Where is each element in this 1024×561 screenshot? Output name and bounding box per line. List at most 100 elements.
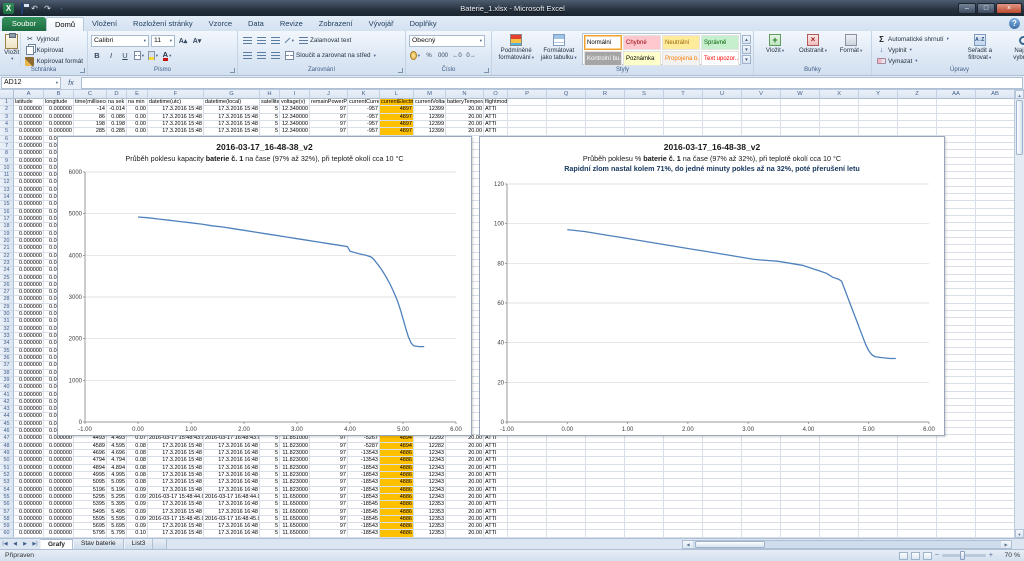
cell-T50[interactable] (664, 457, 703, 464)
cell-AA54[interactable] (937, 487, 976, 494)
cell-S47[interactable] (625, 435, 664, 442)
cell-O55[interactable]: ATTI (484, 494, 508, 501)
cell-AB39[interactable] (976, 377, 1015, 384)
cell-P5[interactable] (508, 128, 547, 135)
cell-Z5[interactable] (898, 128, 937, 135)
cell-Z3[interactable] (898, 114, 937, 121)
cell-Z59[interactable] (898, 523, 937, 530)
row-header-40[interactable]: 40 (0, 384, 14, 391)
cell-AA2[interactable] (937, 106, 976, 113)
cell-H56[interactable]: 5 (260, 501, 280, 508)
ribbon-tab-rozložení-stránky[interactable]: Rozložení stránky (125, 17, 201, 31)
cell-U5[interactable] (703, 128, 742, 135)
cell-Q58[interactable] (547, 516, 586, 523)
cell-Z53[interactable] (898, 479, 937, 486)
row-header-25[interactable]: 25 (0, 275, 14, 282)
cell-S5[interactable] (625, 128, 664, 135)
cell-Y58[interactable] (859, 516, 898, 523)
cell-AB4[interactable] (976, 121, 1015, 128)
next-sheet-icon[interactable]: ▶ (20, 539, 30, 550)
row-header-46[interactable]: 46 (0, 428, 14, 435)
cell-L49[interactable]: 4886 (380, 450, 414, 457)
horizontal-scrollbar[interactable]: ◀ ▶ (682, 540, 1012, 549)
column-header-P[interactable]: P (508, 90, 547, 99)
cell-C53[interactable]: 5095 (74, 479, 107, 486)
cell-E5[interactable]: 0.00 (127, 128, 148, 135)
cell-C56[interactable]: 5395 (74, 501, 107, 508)
format-cells-button[interactable]: Formát▾ (833, 33, 869, 67)
bold-button[interactable]: B (91, 50, 103, 61)
cell-S60[interactable] (625, 530, 664, 537)
cell-G60[interactable]: 17.3.2016 16:48 (204, 530, 260, 537)
cell-Z51[interactable] (898, 465, 937, 472)
cell-E60[interactable]: 0.10 (127, 530, 148, 537)
cell-F47[interactable]: 2016-03-17 15:48:43.042 (148, 435, 204, 442)
font-color-button[interactable]: A▾ (161, 50, 173, 61)
cell-T60[interactable] (664, 530, 703, 537)
cell-T51[interactable] (664, 465, 703, 472)
cell-P56[interactable] (508, 501, 547, 508)
column-header-W[interactable]: W (781, 90, 820, 99)
cell-X49[interactable] (820, 450, 859, 457)
row-header-42[interactable]: 42 (0, 399, 14, 406)
row-header-5[interactable]: 5 (0, 128, 14, 135)
cell-G5[interactable]: 17.3.2016 15:48 (204, 128, 260, 135)
cell-C51[interactable]: 4894 (74, 465, 107, 472)
row-header-13[interactable]: 13 (0, 187, 14, 194)
cell-H54[interactable]: 5 (260, 487, 280, 494)
cell-V1[interactable] (742, 99, 781, 106)
cell-Q52[interactable] (547, 472, 586, 479)
cell-A51[interactable]: 0.000000 (14, 465, 44, 472)
cell-P50[interactable] (508, 457, 547, 464)
cell-AB31[interactable] (976, 318, 1015, 325)
cell-I56[interactable]: 11.650000 (280, 501, 310, 508)
cell-AA50[interactable] (937, 457, 976, 464)
cell-W5[interactable] (781, 128, 820, 135)
cell-A50[interactable]: 0.000000 (14, 457, 44, 464)
cell-H50[interactable]: 5 (260, 457, 280, 464)
row-header-54[interactable]: 54 (0, 487, 14, 494)
cell-V51[interactable] (742, 465, 781, 472)
cell-K57[interactable]: -18545 (348, 509, 380, 516)
cell-Y59[interactable] (859, 523, 898, 530)
column-header-AA[interactable]: AA (937, 90, 976, 99)
cell-M52[interactable]: 12343 (414, 472, 446, 479)
cell-D53[interactable]: 5.095 (107, 479, 127, 486)
cell-AB6[interactable] (976, 136, 1015, 143)
cell-AA47[interactable] (937, 435, 976, 442)
cell-W59[interactable] (781, 523, 820, 530)
cell-L55[interactable]: 4886 (380, 494, 414, 501)
borders-button[interactable]: ▾ (133, 50, 145, 61)
format-as-table-button[interactable]: Formátovatjako tabulku▾ (538, 33, 581, 65)
cell-J2[interactable]: 97 (310, 106, 348, 113)
cell-K53[interactable]: -18543 (348, 479, 380, 486)
cell-N55[interactable]: 20.00 (446, 494, 484, 501)
cell-A36[interactable]: 0.000000 (14, 355, 44, 362)
cell-V50[interactable] (742, 457, 781, 464)
cell-K50[interactable]: -13543 (348, 457, 380, 464)
cell-AB30[interactable] (976, 311, 1015, 318)
cell-AA57[interactable] (937, 509, 976, 516)
cell-I54[interactable]: 11.823000 (280, 487, 310, 494)
cell-S51[interactable] (625, 465, 664, 472)
cell-D3[interactable]: 0.086 (107, 114, 127, 121)
column-header-C[interactable]: C (74, 90, 107, 99)
cell-P58[interactable] (508, 516, 547, 523)
cell-N56[interactable]: 20.00 (446, 501, 484, 508)
sort-filter-button[interactable]: A↓Z Seřadit afiltrovat▾ (958, 33, 1001, 67)
row-header-45[interactable]: 45 (0, 421, 14, 428)
gallery-more-icon[interactable]: ▼ (742, 55, 751, 64)
cell-M55[interactable]: 12343 (414, 494, 446, 501)
cell-K3[interactable]: -957 (348, 114, 380, 121)
cell-A14[interactable]: 0.000000 (14, 194, 44, 201)
number-format-select[interactable]: Obecný▾ (409, 35, 485, 47)
cell-I55[interactable]: 11.650000 (280, 494, 310, 501)
cell-Y60[interactable] (859, 530, 898, 537)
cell-O52[interactable]: ATTI (484, 472, 508, 479)
cell-Z1[interactable] (898, 99, 937, 106)
cell-AB40[interactable] (976, 384, 1015, 391)
formula-input[interactable] (81, 77, 1023, 89)
cell-P3[interactable] (508, 114, 547, 121)
cell-R4[interactable] (586, 121, 625, 128)
cell-D52[interactable]: 4.995 (107, 472, 127, 479)
